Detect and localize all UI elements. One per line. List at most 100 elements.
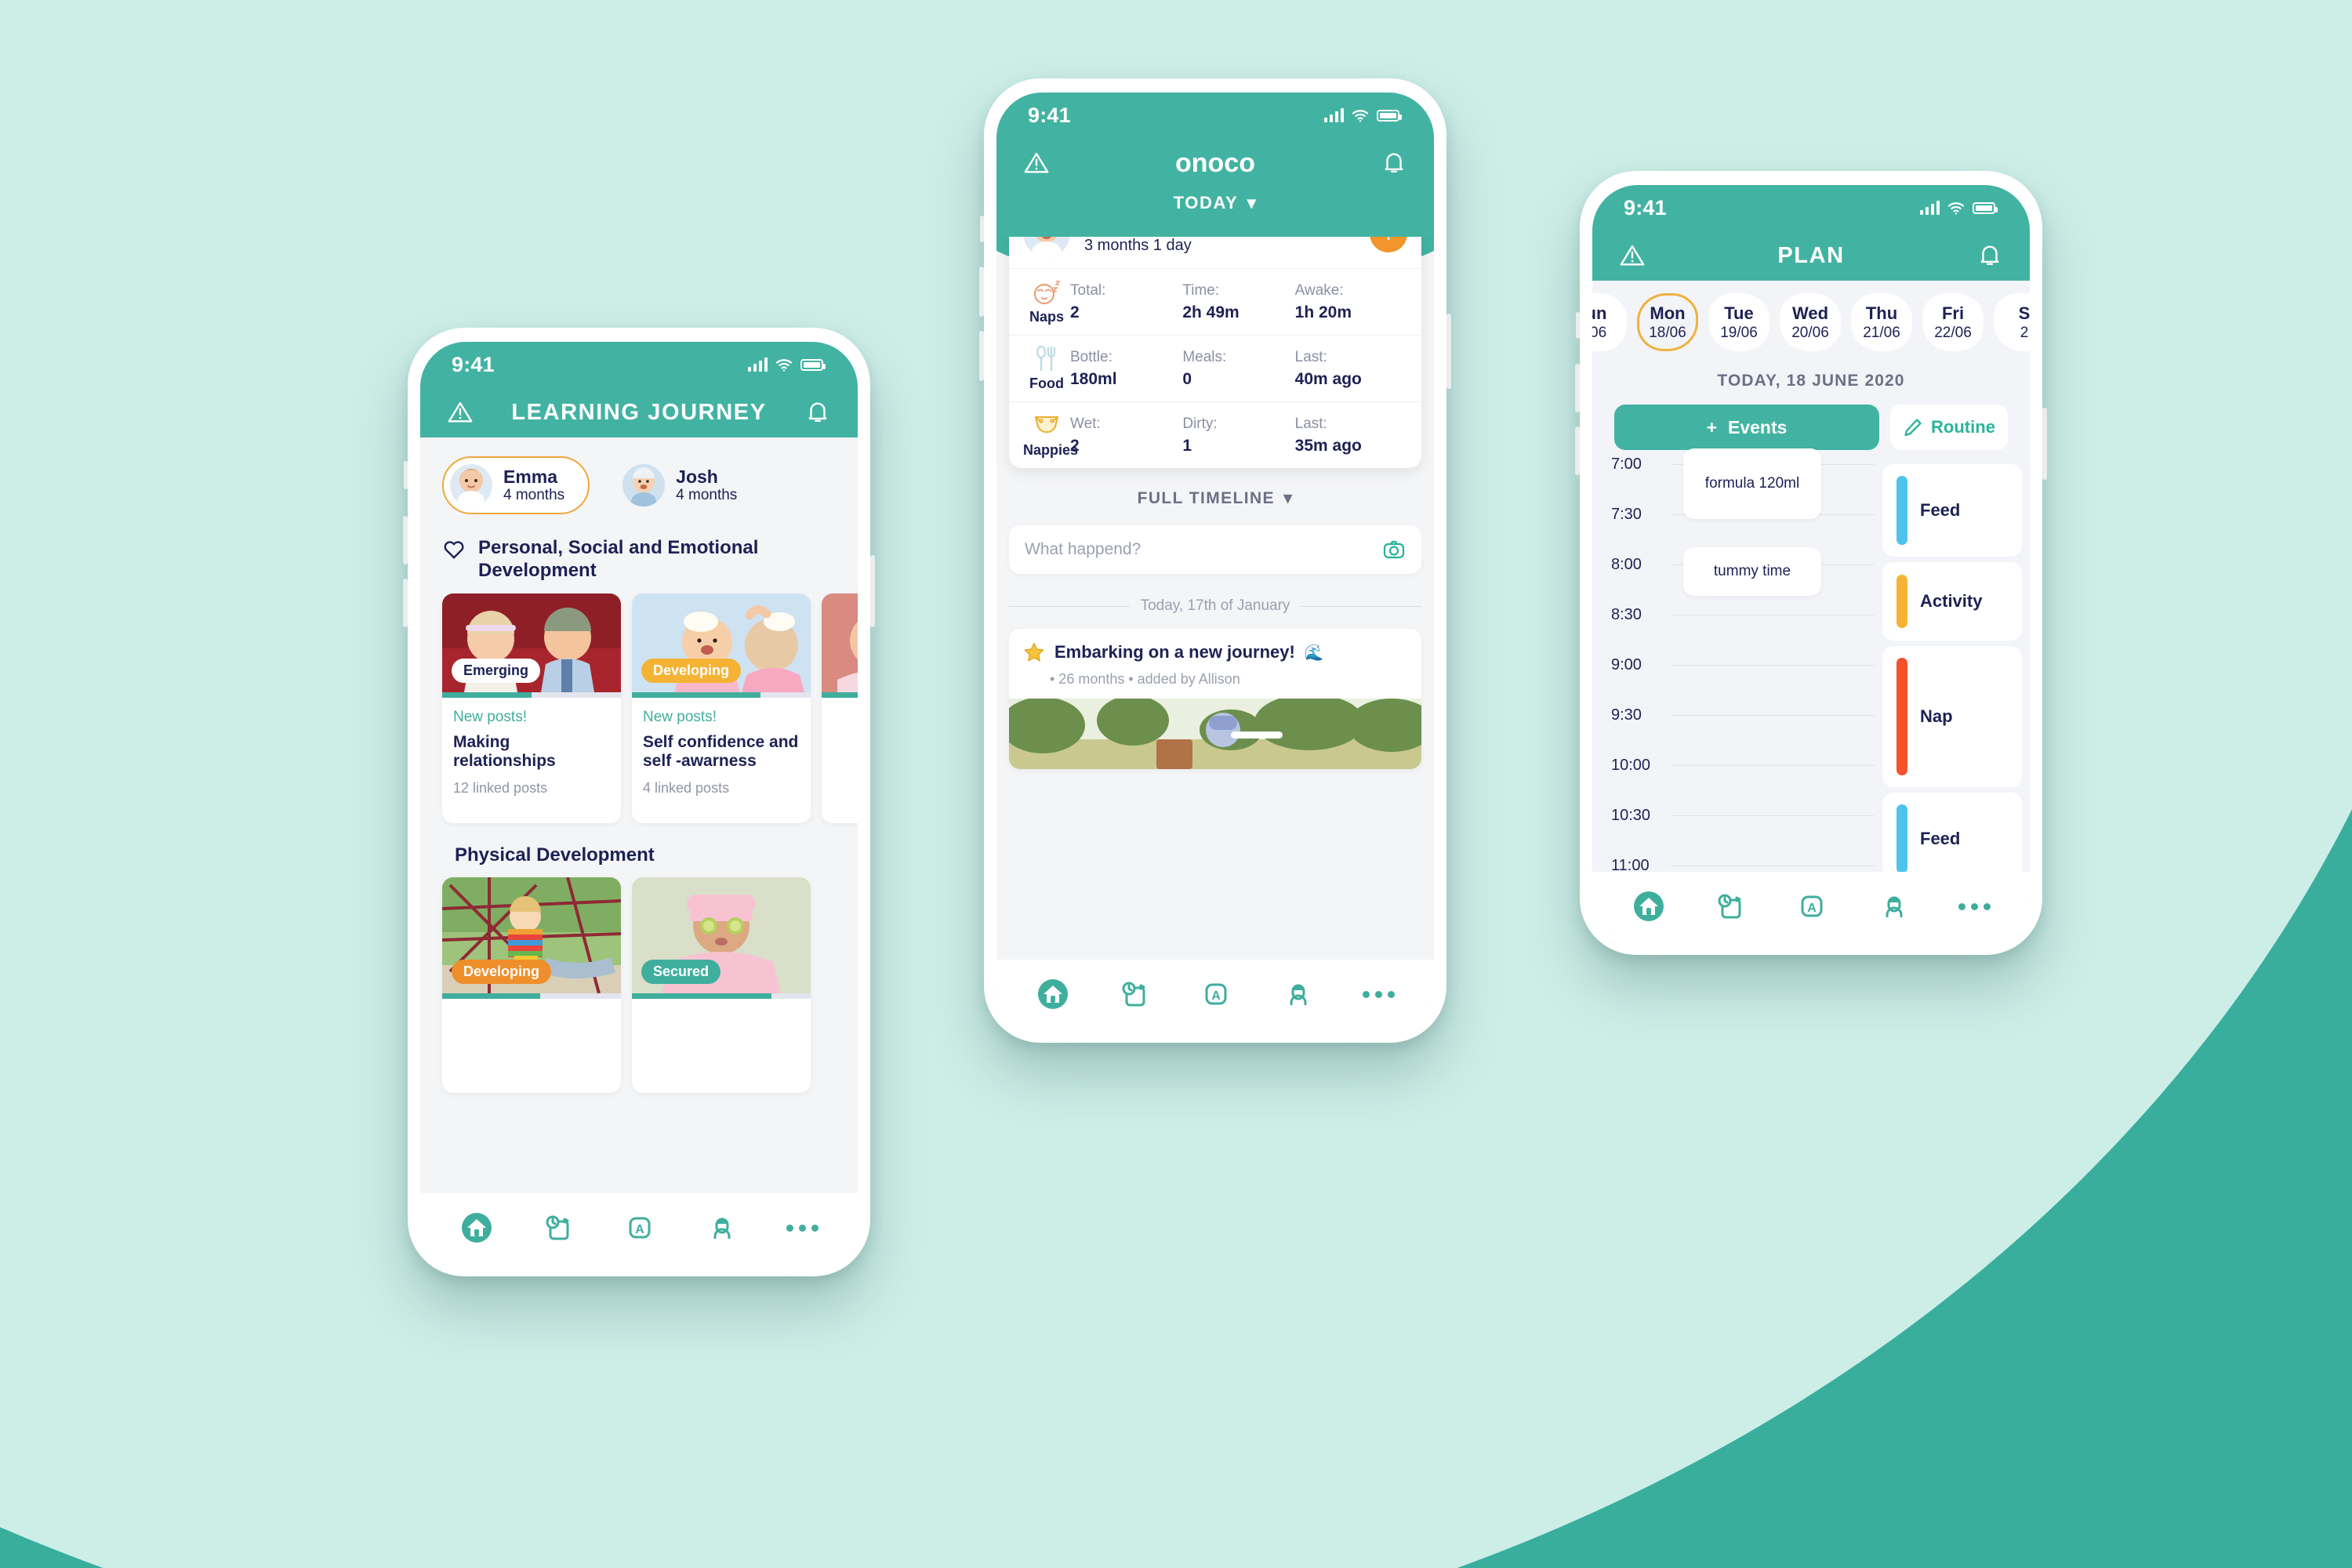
routine-label: Activity [1920,591,1983,611]
journey-card[interactable]: Emerging New posts! Making relationships… [442,593,621,823]
post-image [1009,699,1421,769]
screen-plan: 9:41 PLAN n 06 Mon 18/06 Tue 19/06 Wed 2… [1592,185,2030,941]
stat-row-food[interactable]: Food Bottle: 180ml Meals: 0 Last: 40m ago [1009,335,1421,401]
day-name: un [1592,303,1607,323]
day-pill[interactable]: S 2 [1994,293,2030,351]
timeline-icon[interactable] [541,1210,575,1245]
profile-icon[interactable] [705,1210,739,1245]
warning-triangle-icon[interactable] [1619,242,1646,269]
routine-label: Nap [1920,706,1953,726]
schedule-event[interactable]: tummy time [1683,547,1821,596]
activity-a-icon[interactable]: A [622,1210,657,1245]
stat-key: Dirty: [1182,415,1218,432]
more-dots-icon[interactable] [786,1224,818,1232]
more-dots-icon[interactable] [1362,990,1395,998]
journey-card[interactable]: Developing New posts! Self confidence an… [632,593,811,823]
phone-button-volume-down[interactable] [403,579,408,627]
phone-button-volume-up[interactable] [1575,364,1580,412]
wave-emoji: 🌊 [1304,644,1324,662]
camera-icon[interactable] [1382,538,1406,561]
stat-value: 2 [1070,436,1080,455]
timeline-post[interactable]: Embarking on a new journey! 🌊 • 26 month… [1009,629,1421,769]
svg-text:A: A [1808,902,1817,915]
bell-icon[interactable] [1976,242,2003,269]
day-name: Thu [1865,303,1898,323]
child-chip-josh[interactable]: Josh 4 months [616,458,760,513]
routine-button[interactable]: Routine [1890,405,2008,450]
day-pill[interactable]: un /06 [1592,293,1627,351]
routine-label: Feed [1920,500,1961,520]
stat-value: 1h 20m [1294,303,1352,321]
phone-button-volume-up[interactable] [403,516,408,564]
stat-row-nappies[interactable]: Nappies Wet: 2 Dirty: 1 Last: 35m ago [1009,401,1421,468]
warning-triangle-icon[interactable] [447,399,474,426]
status-badge: Developing [641,658,742,683]
home-icon[interactable] [459,1210,494,1245]
progress-bar [442,993,621,999]
day-pill[interactable]: Wed 20/06 [1780,293,1841,351]
day-pill[interactable]: Fri 22/06 [1922,293,1984,351]
routine-color-bar [1896,476,1907,545]
journey-card[interactable]: Developing [442,877,621,1093]
stat-row-naps[interactable]: Naps Total: 2 Time: 2h 49m Awake: 1h 20m [1009,268,1421,335]
phone-button-volume-up[interactable] [979,267,984,317]
more-dots-icon[interactable] [1958,902,1991,910]
day-pill-selected[interactable]: Mon 18/06 [1637,293,1698,351]
post-title: Embarking on a new journey! [1054,642,1295,662]
learning-journey-body: Emma 4 months Josh 4 months Personal, So… [420,437,858,1262]
home-icon[interactable] [1632,889,1666,924]
phone-button-volume-down[interactable] [979,331,984,381]
timeline-icon[interactable] [1117,977,1152,1011]
timeline-icon[interactable] [1713,889,1748,924]
new-posts-label: New posts! [453,708,527,725]
phone-button-mute[interactable] [980,216,984,242]
child-header[interactable]: Elsie 3 months 1 day + [1009,237,1421,268]
day-switcher[interactable]: TODAY ▾ [996,188,1434,237]
phone-button-volume-down[interactable] [1575,426,1580,475]
schedule-event[interactable]: formula 120ml [1683,448,1821,519]
stat-key: Last: [1294,348,1327,365]
phone-button-power[interactable] [870,555,875,627]
child-chip-emma[interactable]: Emma 4 months [442,456,590,514]
stat-label: Naps [1029,309,1064,325]
app-logo: onoco [1175,147,1255,178]
screen-today: 9:41 onoco TODAY ▾ 3 months 1 day Naps T… [996,93,1434,1029]
stat-key: Meals: [1182,348,1227,365]
page-title: PLAN [1777,242,1845,268]
activity-a-icon[interactable]: A [1795,889,1829,924]
warning-triangle-icon[interactable] [1023,150,1050,176]
home-icon[interactable] [1036,977,1070,1011]
day-pill[interactable]: Thu 21/06 [1851,293,1912,351]
card-image: Emerging [442,593,621,692]
phone-button-power[interactable] [1446,314,1451,389]
stat-value: 35m ago [1294,436,1362,455]
day-pill[interactable]: Tue 19/06 [1708,293,1769,351]
phone-button-power[interactable] [2042,408,2047,480]
activity-a-icon[interactable]: A [1199,977,1233,1011]
add-entry-button[interactable]: + [1370,237,1407,252]
routine-card[interactable]: Feed [1882,464,2022,557]
bell-icon[interactable] [804,399,831,426]
bottom-tab-bar: A [420,1193,858,1262]
profile-icon[interactable] [1281,977,1316,1011]
full-timeline-toggle[interactable]: FULL TIMELINE ▾ [996,468,1434,525]
composer-field[interactable]: What happend? [1009,525,1421,574]
stat-key: Wet: [1070,415,1101,432]
bell-icon[interactable] [1381,150,1407,176]
routine-card[interactable]: Activity [1882,562,2022,641]
routine-card[interactable]: Nap [1882,646,2022,787]
progress-bar [632,691,811,698]
add-events-button[interactable]: + Events [1614,405,1879,450]
plan-body: un /06 Mon 18/06 Tue 19/06 Wed 20/06 Thu [1592,281,2030,941]
add-events-label: Events [1728,416,1788,437]
signal-bars-icon [1324,108,1344,122]
phone-button-mute[interactable] [404,461,408,489]
journey-card[interactable]: Secured [632,877,811,1093]
profile-icon[interactable] [1877,889,1911,924]
phone-button-mute[interactable] [1576,312,1580,339]
day-name: Mon [1650,303,1686,323]
day-date: 18/06 [1649,324,1686,341]
journey-card-partial[interactable] [822,593,858,823]
day-date: 22/06 [1934,324,1972,341]
cutlery-icon: Food [1023,345,1070,392]
